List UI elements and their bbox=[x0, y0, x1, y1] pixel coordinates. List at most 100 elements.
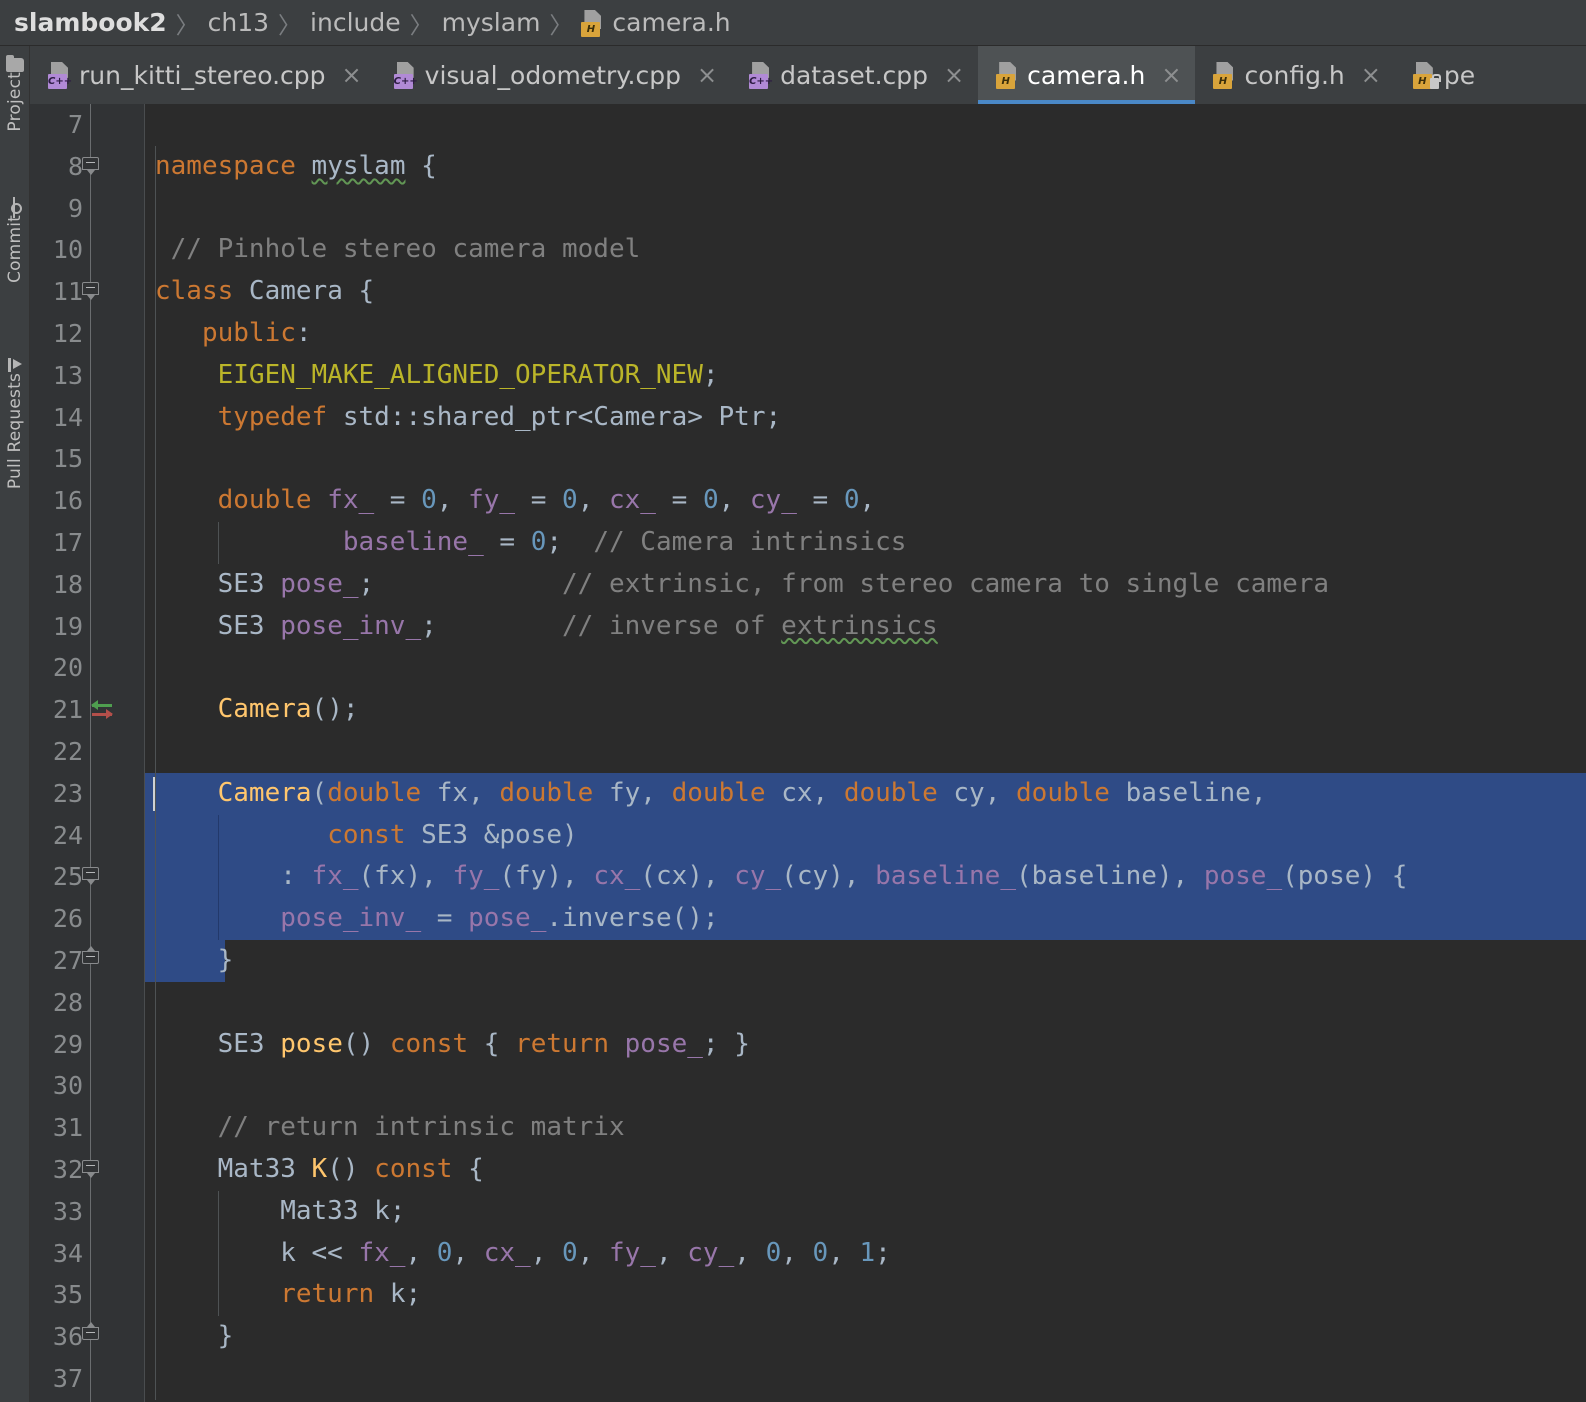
code-fold-start-icon[interactable] bbox=[82, 156, 101, 176]
code-token: std::shared_ptr<Camera> Ptr; bbox=[342, 401, 782, 432]
code-line[interactable] bbox=[145, 104, 1586, 146]
code-line[interactable]: Camera(double fx, double fy, double cx, … bbox=[145, 772, 1586, 815]
code-token: (fx), bbox=[358, 861, 453, 892]
header-file-icon: H bbox=[1213, 61, 1237, 89]
gutter-line[interactable]: 24 bbox=[30, 815, 145, 857]
code-line[interactable]: typedef std::shared_ptr<Camera> Ptr; bbox=[145, 397, 1586, 439]
code-line[interactable] bbox=[145, 188, 1586, 230]
gutter-line[interactable]: 27 bbox=[30, 940, 145, 982]
code-line[interactable] bbox=[145, 1065, 1586, 1107]
gutter-line[interactable]: 28 bbox=[30, 982, 145, 1024]
code-line[interactable] bbox=[145, 731, 1586, 773]
code-token: , bbox=[436, 485, 469, 516]
breadcrumb-item-label: ch13 bbox=[207, 8, 270, 37]
code-line[interactable]: Mat33 K() const { bbox=[145, 1149, 1586, 1191]
code-line[interactable] bbox=[145, 982, 1586, 1024]
gutter-line[interactable]: 33 bbox=[30, 1191, 145, 1233]
breadcrumb-item-slambook2[interactable]: slambook2 bbox=[14, 8, 167, 37]
sidebar-item-project[interactable]: Project bbox=[0, 52, 30, 132]
code-line[interactable]: } bbox=[145, 1316, 1586, 1358]
code-fold-start-icon[interactable] bbox=[82, 867, 101, 886]
close-icon[interactable]: × bbox=[1161, 63, 1181, 87]
gutter-line[interactable]: 35 bbox=[30, 1274, 145, 1316]
close-icon[interactable]: × bbox=[342, 63, 362, 87]
breadcrumb-item-ch13[interactable]: ch13 bbox=[208, 8, 269, 37]
gutter-line[interactable]: 29 bbox=[30, 1024, 145, 1066]
code-line[interactable]: pose_inv_ = pose_.inverse(); bbox=[145, 898, 1586, 940]
code-line[interactable]: namespace myslam { bbox=[145, 146, 1586, 188]
tab-visual-odometry-cpp[interactable]: C++ visual_odometry.cpp × bbox=[376, 46, 731, 104]
code-fold-start-icon[interactable] bbox=[82, 282, 101, 301]
gutter-line[interactable]: 17 bbox=[30, 522, 145, 564]
code-editor[interactable]: 7 8 9 10 11 12 13 14 15 16 17 18 19 20 21 22 23 24 25 26 27 2… bbox=[30, 104, 1586, 1402]
code-line[interactable] bbox=[145, 438, 1586, 480]
editor-tab-bar: C++ run_kitti_stereo.cpp × C++ visual_odomet… bbox=[30, 46, 1586, 104]
tab-camera-h[interactable]: Hcamera.h × bbox=[978, 46, 1196, 104]
code-line[interactable] bbox=[145, 1358, 1586, 1400]
gutter-line[interactable]: 13 bbox=[30, 355, 145, 397]
tab-run-kitti-stereo-cpp[interactable]: C++ run_kitti_stereo.cpp × bbox=[30, 46, 376, 104]
gutter-line[interactable]: 20 bbox=[30, 647, 145, 689]
code-line[interactable]: baseline_ = 0; // Camera intrinsics bbox=[145, 522, 1586, 564]
gutter-line[interactable]: 18 bbox=[30, 564, 145, 606]
gutter-line[interactable]: 22 bbox=[30, 731, 145, 773]
code-fold-end-icon[interactable] bbox=[82, 945, 101, 970]
code-line[interactable]: } bbox=[145, 939, 1586, 982]
gutter-line[interactable]: 7 bbox=[30, 104, 145, 146]
gutter-line[interactable]: 31 bbox=[30, 1107, 145, 1149]
sidebar-item-pull-requests[interactable]: Pull Requests bbox=[0, 351, 30, 489]
code-line[interactable]: Camera(); bbox=[145, 689, 1586, 731]
tab-config-h[interactable]: Hconfig.h × bbox=[1195, 46, 1394, 104]
gutter-line[interactable]: 15 bbox=[30, 438, 145, 480]
code-line[interactable]: double fx_ = 0, fy_ = 0, cx_ = 0, cy_ = … bbox=[145, 480, 1586, 522]
breadcrumb-item-include[interactable]: include bbox=[310, 8, 401, 37]
header-file-locked-icon: H bbox=[1412, 61, 1441, 89]
gutter-line[interactable]: 37 bbox=[30, 1358, 145, 1400]
gutter-line[interactable]: 9 bbox=[30, 188, 145, 230]
sidebar-item-commit[interactable]: Commit bbox=[0, 194, 30, 283]
gutter-line[interactable]: 11 bbox=[30, 271, 145, 313]
close-icon[interactable]: × bbox=[944, 63, 964, 87]
gutter-line[interactable]: 26 bbox=[30, 898, 145, 940]
gutter-line[interactable]: 12 bbox=[30, 313, 145, 355]
editor-gutter[interactable]: 7 8 9 10 11 12 13 14 15 16 17 18 19 20 21 22 23 24 25 26 27 2… bbox=[30, 104, 145, 1402]
code-line[interactable]: : fx_(fx), fy_(fy), cx_(cx), cy_(cy), ba… bbox=[145, 856, 1586, 899]
breadcrumb-item-camera-h[interactable]: Hcamera.h bbox=[581, 8, 731, 37]
code-line[interactable]: public: bbox=[145, 313, 1586, 355]
gutter-line[interactable]: 25 bbox=[30, 856, 145, 898]
code-line[interactable]: // Pinhole stereo camera model bbox=[145, 229, 1586, 271]
close-icon[interactable]: × bbox=[1361, 63, 1381, 87]
code-fold-end-icon[interactable] bbox=[82, 1322, 101, 1346]
gutter-line[interactable]: 36 bbox=[30, 1316, 145, 1358]
code-line[interactable]: k << fx_, 0, cx_, 0, fy_, cy_, 0, 0, 1; bbox=[145, 1233, 1586, 1275]
gutter-line[interactable]: 34 bbox=[30, 1233, 145, 1275]
code-line[interactable]: SE3 pose_inv_; // inverse of extrinsics bbox=[145, 606, 1586, 648]
code-line[interactable]: SE3 pose_; // extrinsic, from stereo cam… bbox=[145, 564, 1586, 606]
tab-pe[interactable]: Hpe bbox=[1395, 46, 1505, 104]
code-line[interactable]: return k; bbox=[145, 1274, 1586, 1316]
gutter-line[interactable]: 8 bbox=[30, 146, 145, 188]
code-line[interactable]: const SE3 &pose) bbox=[145, 814, 1586, 857]
code-text-area[interactable]: namespace myslam { // Pinhole stereo cam… bbox=[145, 104, 1586, 1402]
gutter-line[interactable]: 32 bbox=[30, 1149, 145, 1191]
gutter-line[interactable]: 19 bbox=[30, 606, 145, 648]
code-fold-start-icon[interactable] bbox=[82, 1159, 101, 1179]
tab-dataset-cpp[interactable]: C++ dataset.cpp × bbox=[731, 46, 978, 104]
code-token: EIGEN_MAKE_ALIGNED_OPERATOR_NEW bbox=[155, 359, 703, 390]
gutter-line[interactable]: 23 bbox=[30, 773, 145, 815]
breadcrumb-item-myslam[interactable]: myslam bbox=[442, 8, 541, 37]
close-icon[interactable]: × bbox=[697, 63, 717, 87]
gutter-line[interactable]: 10 bbox=[30, 229, 145, 271]
gutter-line[interactable]: 30 bbox=[30, 1065, 145, 1107]
code-token: cy_ bbox=[687, 1237, 735, 1268]
gutter-line[interactable]: 14 bbox=[30, 397, 145, 439]
code-line[interactable] bbox=[145, 647, 1586, 689]
gutter-line[interactable]: 16 bbox=[30, 480, 145, 522]
code-line[interactable]: SE3 pose() const { return pose_; } bbox=[145, 1024, 1586, 1066]
code-line[interactable]: Mat33 k; bbox=[145, 1191, 1586, 1233]
implemented-method-marker-icon[interactable] bbox=[90, 697, 116, 723]
code-line[interactable]: EIGEN_MAKE_ALIGNED_OPERATOR_NEW; bbox=[145, 355, 1586, 397]
code-line[interactable]: // return intrinsic matrix bbox=[145, 1107, 1586, 1149]
code-line[interactable]: class Camera { bbox=[145, 271, 1586, 313]
gutter-line[interactable]: 21 bbox=[30, 689, 145, 731]
